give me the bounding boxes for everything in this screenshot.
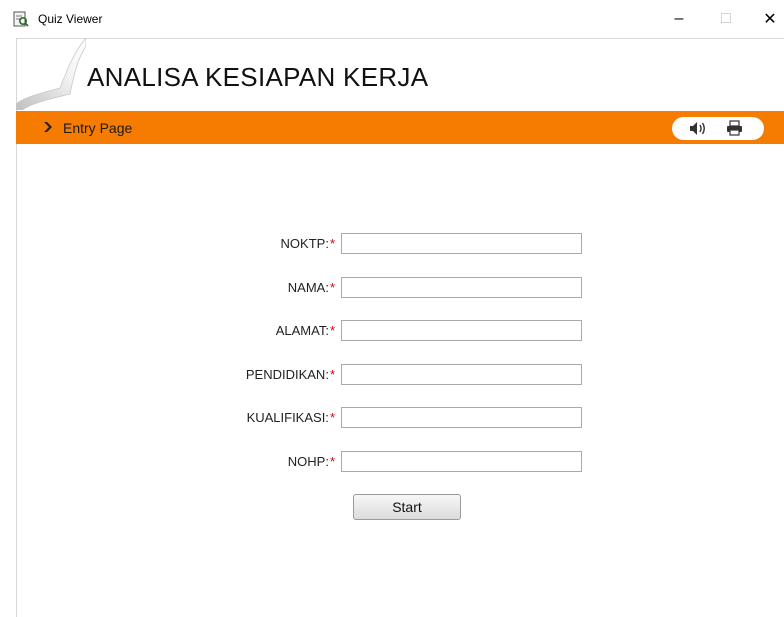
maximize-button[interactable]: □ [706,6,746,32]
required-marker: * [329,323,335,338]
kualifikasi-label: KUALIFIKASI:* [246,410,335,425]
maximize-icon: □ [721,10,731,27]
start-button[interactable]: Start [353,494,461,520]
nama-label: NAMA:* [287,280,335,295]
minimize-icon: – [674,10,684,27]
page-curl-decoration [16,38,86,110]
close-icon: ✕ [763,11,777,28]
required-marker: * [329,236,335,251]
required-marker: * [329,367,335,382]
chevron-right-icon [44,122,52,132]
media-controls-pill [672,117,764,140]
alamat-input[interactable] [341,320,582,341]
alamat-label: ALAMAT:* [275,323,335,338]
pendidikan-label: PENDIDIKAN:* [245,367,335,382]
nohp-label: NOHP:* [287,454,335,469]
window-title: Quiz Viewer [38,12,103,26]
entry-page-label: Entry Page [63,120,133,136]
nohp-input[interactable] [341,451,582,472]
nama-input[interactable] [341,277,582,298]
required-marker: * [329,454,335,469]
required-marker: * [329,280,335,295]
noktp-label: NOKTP:* [280,236,335,251]
required-marker: * [329,410,335,425]
kualifikasi-input[interactable] [341,407,582,428]
noktp-input[interactable] [341,233,582,254]
quiz-viewer-app-icon [13,11,29,27]
minimize-button[interactable]: – [659,6,699,32]
print-icon[interactable] [726,120,743,136]
close-button[interactable]: ✕ [750,6,784,32]
sound-icon[interactable] [689,120,709,137]
pendidikan-input[interactable] [341,364,582,385]
page-title: ANALISA KESIAPAN KERJA [87,62,429,92]
window-titlebar: Quiz Viewer – □ ✕ [0,0,784,38]
